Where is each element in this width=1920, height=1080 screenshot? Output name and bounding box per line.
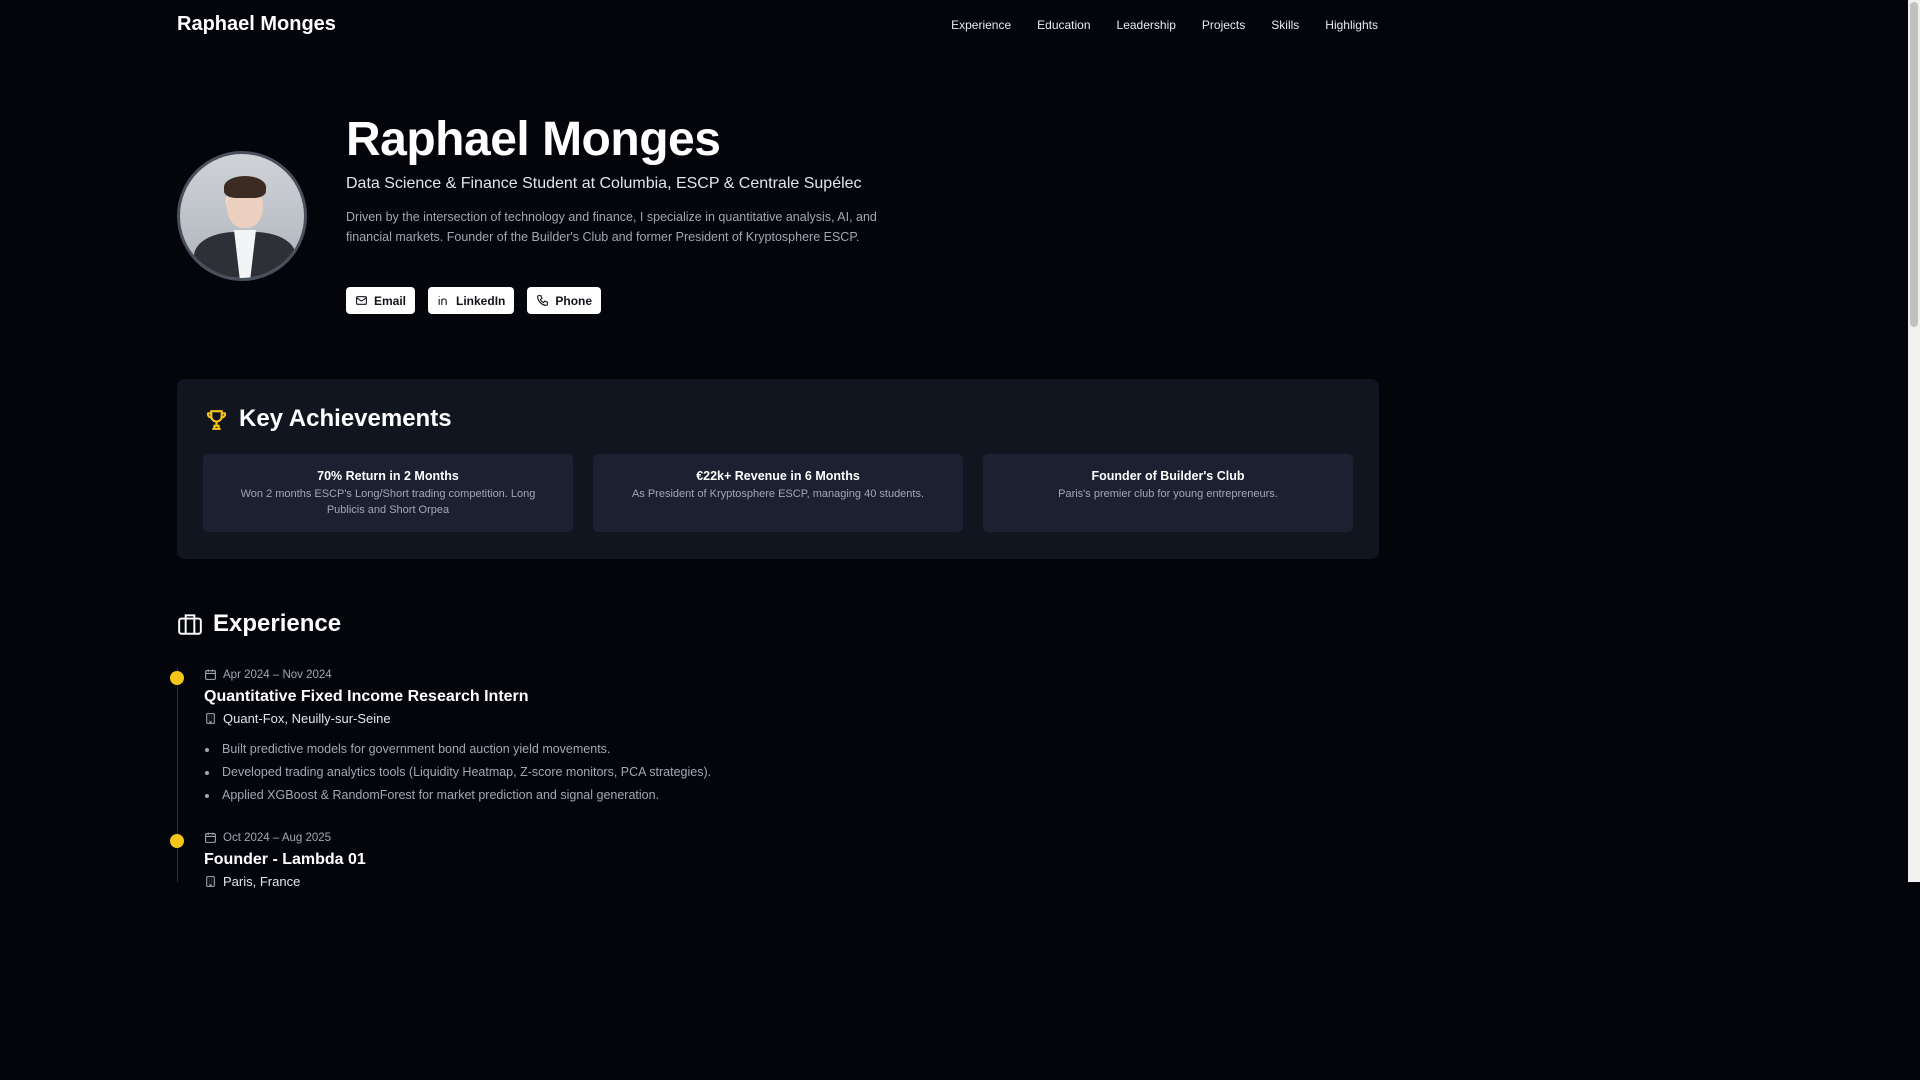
email-button[interactable]: Email [346,287,416,314]
calendar-icon [205,832,216,843]
scrollbar-thumb[interactable] [1910,2,1918,327]
achievement-text: As President of Kryptosphere ESCP, manag… [631,488,925,500]
achievement-title: 70% Return in 2 Months [317,469,459,483]
achievement-card: 70% Return in 2 Months Won 2 months ESCP… [203,454,573,532]
nav-link-projects[interactable]: Projects [1202,18,1245,32]
nav-link-experience[interactable]: Experience [951,18,1011,32]
hero-subtitle: Data Science & Finance Student at Columb… [346,175,862,192]
experience-item: Oct 2024 – Aug 2025 Founder - Lambda 01 … [204,831,366,890]
linkedin-icon [438,296,447,305]
experience-role: Founder - Lambda 01 [204,851,366,868]
timeline-line [177,668,178,882]
experience-role: Quantitative Fixed Income Research Inter… [204,688,529,705]
experience-organization: Quant-Fox, Neuilly-sur-Seine [204,711,711,726]
profile-photo [177,151,307,281]
experience-heading: Experience [213,610,342,637]
key-achievements-card: Key Achievements 70% Return in 2 Months … [177,379,1379,559]
achievement-text: Won 2 months ESCP's Long/Short trading c… [240,488,536,516]
list-item: Built predictive models for government b… [204,738,711,761]
achievement-text: Paris's premier club for young entrepren… [1058,488,1278,500]
nav-link-highlights[interactable]: Highlights [1325,18,1378,32]
hero-description: Driven by the intersection of technology… [346,210,877,244]
phone-button[interactable]: Phone [527,287,602,314]
top-nav: Raphael Monges Experience Education Lead… [0,0,1556,52]
phone-button-label: Phone [555,293,593,308]
experience-bullets: Built predictive models for government b… [204,738,711,807]
experience-organization-text: Quant-Fox, Neuilly-sur-Seine [223,711,391,726]
experience-organization-text: Paris, France [223,874,301,889]
achievement-title: €22k+ Revenue in 6 Months [696,469,860,483]
nav-link-leadership[interactable]: Leadership [1117,18,1176,32]
building-icon [206,876,215,887]
mail-icon [356,296,367,305]
experience-date-text: Apr 2024 – Nov 2024 [223,668,332,681]
achievements-grid: 70% Return in 2 Months Won 2 months ESCP… [203,454,1353,532]
linkedin-button[interactable]: LinkedIn [428,287,515,314]
experience-item: Apr 2024 – Nov 2024 Quantitative Fixed I… [204,668,711,807]
nav-link-education[interactable]: Education [1037,18,1090,32]
timeline-dot [170,834,184,848]
timeline-dot [170,671,184,685]
profile-photo-hair [224,176,266,198]
key-achievements-title: Key Achievements [204,405,452,433]
achievement-card: Founder of Builder's Club Paris's premie… [983,454,1353,532]
building-icon [206,713,215,724]
page-scrollbar[interactable] [1908,0,1920,882]
brand-logo-text[interactable]: Raphael Monges [177,13,336,36]
experience-date: Oct 2024 – Aug 2025 [204,831,366,844]
experience-section-title: Experience [177,610,341,638]
list-item: Developed trading analytics tools (Liqui… [204,761,711,784]
experience-date-text: Oct 2024 – Aug 2025 [223,831,332,844]
nav-link-skills[interactable]: Skills [1271,18,1299,32]
experience-date: Apr 2024 – Nov 2024 [204,668,711,681]
experience-organization: Paris, France [204,874,366,889]
achievement-title: Founder of Builder's Club [1091,469,1245,483]
trophy-icon [206,409,227,430]
calendar-icon [205,669,216,680]
linkedin-button-label: LinkedIn [456,293,506,308]
briefcase-icon [178,614,202,635]
list-item: Applied XGBoost & RandomForest for marke… [204,784,711,807]
contact-buttons: Email LinkedIn Phone [346,287,602,314]
nav-links: Experience Education Leadership Projects… [951,18,1378,32]
email-button-label: Email [374,293,407,308]
phone-icon [537,295,549,306]
achievement-card: €22k+ Revenue in 6 Months As President o… [593,454,963,532]
hero-name: Raphael Monges [346,113,721,166]
key-achievements-heading: Key Achievements [239,405,452,432]
